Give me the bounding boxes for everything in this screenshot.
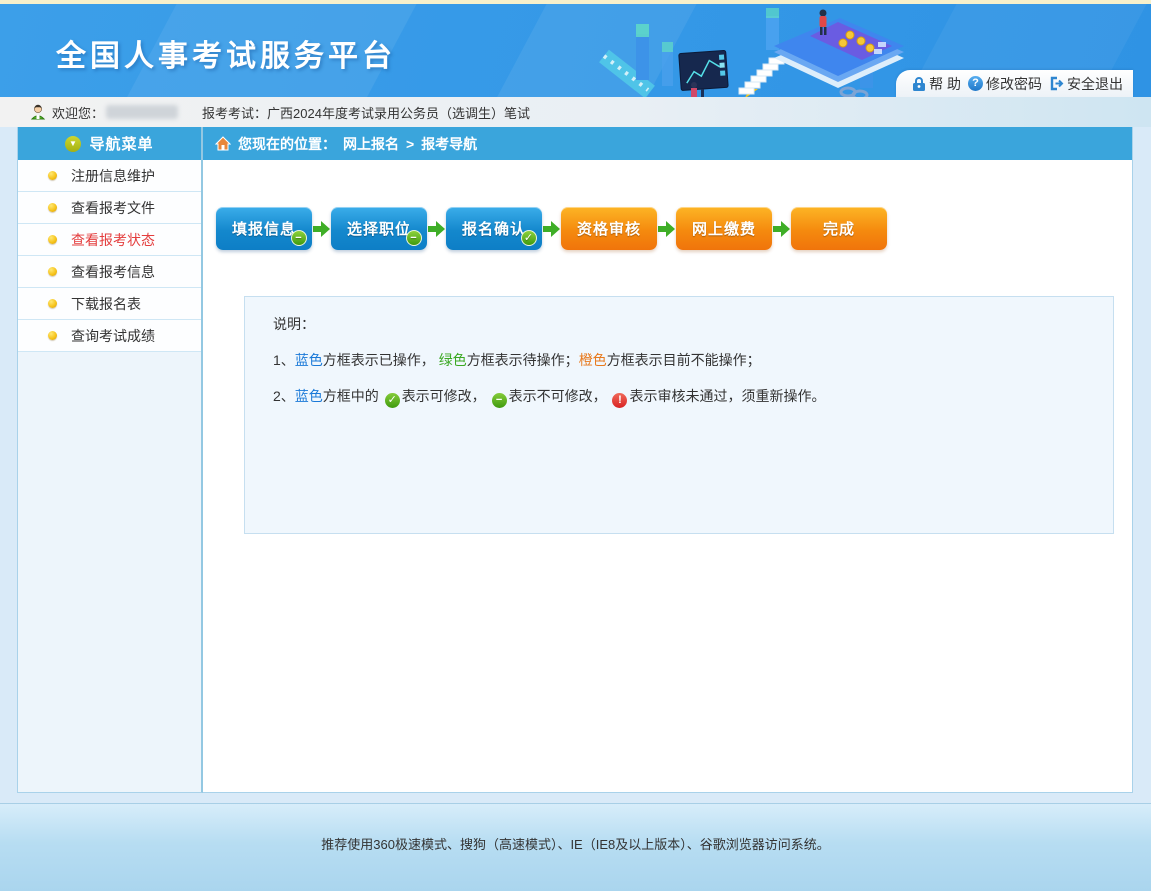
step-qualification-review[interactable]: 资格审核 [561, 207, 657, 250]
exam-label: 报考考试： [202, 103, 267, 122]
header-illustration [598, 6, 908, 97]
question-icon: ? [968, 76, 983, 91]
main: ▼ 导航菜单 注册信息维护 查看报考文件 查看报考状态 查看报考信息 下载 [17, 127, 1133, 793]
exam-name: 广西2024年度考试录用公务员（选调生）笔试 [267, 103, 530, 122]
bullet-icon [48, 299, 57, 308]
footer: 推荐使用360极速模式、搜狗（高速模式）、IE（IE8及以上版本）、谷歌浏览器访… [0, 803, 1151, 891]
breadcrumb: 您现在的位置： 网上报名 > 报考导航 [203, 127, 1132, 160]
bullet-icon [48, 171, 57, 180]
exit-icon [1049, 76, 1064, 91]
sidebar-item-download-form[interactable]: 下载报名表 [18, 288, 201, 320]
note-line-1: 1、蓝色方框表示已操作， 绿色方框表示待操作；橙色方框表示目前不能操作； [273, 349, 1093, 371]
sidebar-item-view-application-status[interactable]: 查看报考状态 [18, 224, 201, 256]
welcome-greeting: 欢迎您： [52, 103, 104, 122]
content-body: 填报信息 − 选择职位 − 报名确认 ✓ 资格审核 [203, 160, 1132, 792]
sidebar: ▼ 导航菜单 注册信息维护 查看报考文件 查看报考状态 查看报考信息 下载 [17, 127, 203, 793]
notes-title: 说明： [273, 313, 1093, 335]
username-redacted [106, 105, 178, 119]
note-line-2: 2、蓝色方框中的 ✓表示可修改， −表示不可修改， !表示审核未通过，须重新操作… [273, 385, 1093, 408]
step-flow: 填报信息 − 选择职位 − 报名确认 ✓ 资格审核 [216, 207, 1132, 250]
help-link[interactable]: 帮 助 [912, 74, 961, 94]
minus-icon: − [492, 393, 507, 408]
arrow-right-icon [658, 221, 675, 237]
step-select-position[interactable]: 选择职位 − [331, 207, 427, 250]
step-confirm[interactable]: 报名确认 ✓ [446, 207, 542, 250]
welcome-bar: 欢迎您： 报考考试： 广西2024年度考试录用公务员（选调生）笔试 [0, 97, 1151, 127]
sidebar-title: 导航菜单 [89, 133, 153, 154]
breadcrumb-current: 报考导航 [421, 134, 477, 154]
sidebar-item-view-exam-files[interactable]: 查看报考文件 [18, 192, 201, 224]
content: 您现在的位置： 网上报名 > 报考导航 填报信息 − 选择职位 − [203, 127, 1133, 793]
sidebar-filler [18, 352, 201, 792]
breadcrumb-prefix: 您现在的位置： [238, 134, 336, 154]
lock-icon [912, 76, 926, 92]
bullet-icon [48, 331, 57, 340]
sidebar-header: ▼ 导航菜单 [18, 127, 201, 160]
notes-box: 说明： 1、蓝色方框表示已操作， 绿色方框表示待操作；橙色方框表示目前不能操作；… [244, 296, 1114, 534]
page: 全国人事考试服务平台 [0, 0, 1151, 891]
check-icon: ✓ [385, 393, 400, 408]
minus-icon: − [291, 230, 307, 246]
arrow-right-icon [543, 221, 560, 237]
arrow-right-icon [428, 221, 445, 237]
error-icon: ! [612, 393, 627, 408]
arrow-right-icon [773, 221, 790, 237]
sidebar-item-register-info[interactable]: 注册信息维护 [18, 160, 201, 192]
site-title: 全国人事考试服务平台 [56, 31, 396, 75]
change-password-link[interactable]: ? 修改密码 [968, 74, 1042, 94]
breadcrumb-section[interactable]: 网上报名 [343, 134, 399, 154]
bullet-icon [48, 235, 57, 244]
utility-panel: 帮 助 ? 修改密码 安全退出 [896, 70, 1133, 97]
logout-link[interactable]: 安全退出 [1049, 74, 1123, 94]
minus-icon: − [406, 230, 422, 246]
arrow-right-icon [313, 221, 330, 237]
sidebar-item-query-scores[interactable]: 查询考试成绩 [18, 320, 201, 352]
check-icon: ✓ [521, 230, 537, 246]
step-complete[interactable]: 完成 [791, 207, 887, 250]
step-online-payment[interactable]: 网上缴费 [676, 207, 772, 250]
bullet-icon [48, 203, 57, 212]
breadcrumb-separator: > [406, 136, 414, 152]
header: 全国人事考试服务平台 [0, 4, 1151, 97]
sidebar-item-view-application-info[interactable]: 查看报考信息 [18, 256, 201, 288]
footer-text: 推荐使用360极速模式、搜狗（高速模式）、IE（IE8及以上版本）、谷歌浏览器访… [321, 837, 830, 852]
avatar-icon [30, 104, 46, 120]
home-icon [215, 136, 231, 151]
chevron-down-icon: ▼ [65, 136, 81, 152]
bullet-icon [48, 267, 57, 276]
step-fill-info[interactable]: 填报信息 − [216, 207, 312, 250]
